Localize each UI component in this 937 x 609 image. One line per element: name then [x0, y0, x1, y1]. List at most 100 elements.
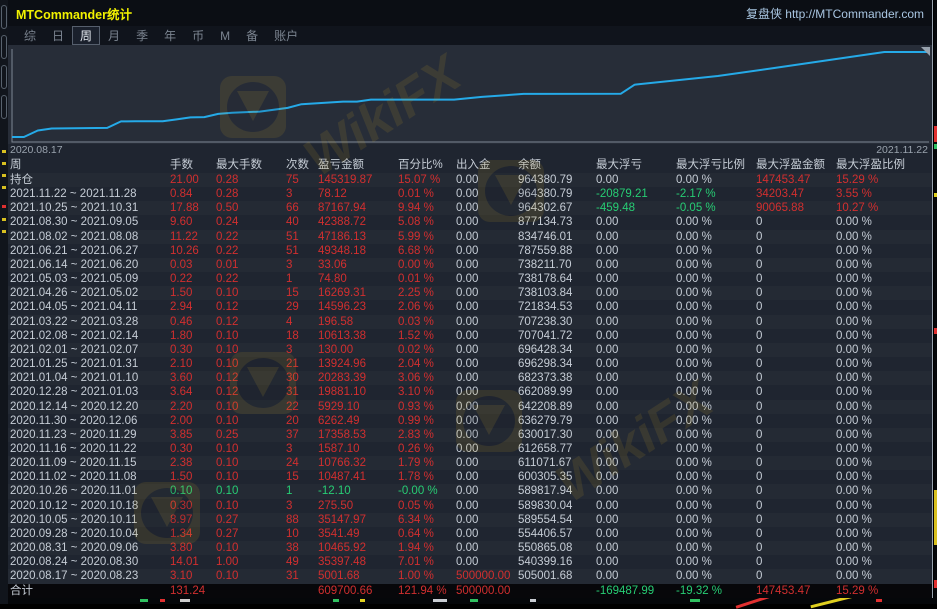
cell: 49	[286, 555, 318, 569]
table-row[interactable]: 2020.11.02 ~ 2020.11.081.500.101510487.4…	[8, 470, 932, 484]
menu-item-5[interactable]: 季	[128, 26, 156, 45]
cell: 0.00 %	[836, 371, 932, 385]
table-row[interactable]: 2021.06.14 ~ 2021.06.200.030.01333.060.0…	[8, 258, 932, 272]
table-row[interactable]: 2020.10.26 ~ 2020.11.010.100.101-12.10-0…	[8, 484, 932, 498]
cell: 9.60	[170, 215, 216, 229]
table-row[interactable]: 2021.11.22 ~ 2021.11.280.840.28378.120.0…	[8, 187, 932, 201]
brand-link[interactable]: 复盘侠 http://MTCommander.com	[746, 5, 924, 22]
menu-item-8[interactable]: M	[212, 28, 238, 44]
cell: 0.00 %	[676, 569, 756, 583]
cell: 0.99 %	[398, 414, 456, 428]
candle-sliver-mark	[180, 599, 190, 602]
cell: 500000.00	[456, 569, 518, 583]
cell: 0.02 %	[398, 343, 456, 357]
cell: 0.00 %	[676, 286, 756, 300]
menu-item-1[interactable]: 综	[16, 26, 44, 45]
table-row[interactable]: 2020.11.23 ~ 2020.11.293.850.253717358.5…	[8, 428, 932, 442]
table-row[interactable]: 2020.08.17 ~ 2020.08.233.100.10315001.68…	[8, 569, 932, 583]
table-row[interactable]: 2021.08.02 ~ 2021.08.0811.220.225147186.…	[8, 230, 932, 244]
cell: 0.00 %	[676, 329, 756, 343]
menu-item-4[interactable]: 月	[100, 26, 128, 45]
table-row[interactable]: 2020.11.16 ~ 2020.11.220.300.1031587.100…	[8, 442, 932, 456]
cell: 0.26 %	[398, 442, 456, 456]
cell: 2.83 %	[398, 428, 456, 442]
row-open-position[interactable]: 持仓21.000.2875145319.8715.07 %0.00964380.…	[8, 173, 932, 187]
cell: 0	[756, 470, 836, 484]
table-row[interactable]: 2020.10.05 ~ 2020.10.118.970.278835147.9…	[8, 513, 932, 527]
cell: 2020.11.02 ~ 2020.11.08	[8, 470, 170, 484]
table-row[interactable]: 2021.06.21 ~ 2021.06.2710.260.225149348.…	[8, 244, 932, 258]
cell: 1.79 %	[398, 456, 456, 470]
table-row[interactable]: 2020.11.30 ~ 2020.12.062.000.10206262.49…	[8, 414, 932, 428]
menu-item-2[interactable]: 日	[44, 26, 72, 45]
cell: 7.01 %	[398, 555, 456, 569]
total-cell: 609700.66	[318, 584, 398, 598]
cell: 721834.53	[518, 300, 596, 314]
table-row[interactable]: 2021.04.26 ~ 2021.05.021.500.101516269.3…	[8, 286, 932, 300]
col-header-10: 最大浮亏比例	[676, 158, 756, 173]
cell: 0.00 %	[836, 315, 932, 329]
cell: 10613.38	[318, 329, 398, 343]
cell: 0.10	[216, 569, 286, 583]
cell: 0.03 %	[398, 315, 456, 329]
cell: 0.00	[596, 569, 676, 583]
table-row[interactable]: 2020.10.12 ~ 2020.10.180.300.103275.500.…	[8, 499, 932, 513]
total-cell	[518, 584, 596, 598]
table-row[interactable]: 2021.02.08 ~ 2021.02.141.800.101810613.3…	[8, 329, 932, 343]
cell: 31	[286, 569, 318, 583]
cell: 2.10	[170, 357, 216, 371]
cell: -2.17 %	[676, 187, 756, 201]
cell: 47186.13	[318, 230, 398, 244]
cell: 0.00	[596, 244, 676, 258]
table-row[interactable]: 2021.10.25 ~ 2021.10.3117.880.506687167.…	[8, 201, 932, 215]
cell: 2.04 %	[398, 357, 456, 371]
total-cell: 合计	[8, 584, 170, 598]
table-row[interactable]: 2021.08.30 ~ 2021.09.059.600.244042388.7…	[8, 215, 932, 229]
table-row[interactable]: 2021.01.04 ~ 2021.01.103.600.123020283.3…	[8, 371, 932, 385]
cell: 10.26	[170, 244, 216, 258]
cell: 0.00 %	[836, 400, 932, 414]
cell: 2021.08.30 ~ 2021.09.05	[8, 215, 170, 229]
cell: 35397.48	[318, 555, 398, 569]
cell: 2021.11.22 ~ 2021.11.28	[8, 187, 170, 201]
cell: 0.00 %	[836, 484, 932, 498]
table-row[interactable]: 2020.12.28 ~ 2021.01.033.640.123119881.1…	[8, 385, 932, 399]
table-row[interactable]: 2021.02.01 ~ 2021.02.070.300.103130.000.…	[8, 343, 932, 357]
menu-item-3[interactable]: 周	[72, 26, 100, 45]
total-cell: 131.24	[170, 584, 216, 598]
cell: 0.00	[456, 499, 518, 513]
cell: 0.00	[456, 230, 518, 244]
table-row[interactable]: 2021.04.05 ~ 2021.04.112.940.122914596.2…	[8, 300, 932, 314]
col-header-6: 百分比%	[398, 158, 456, 173]
table-row[interactable]: 2020.08.24 ~ 2020.08.3014.011.004935397.…	[8, 555, 932, 569]
cell: 550865.08	[518, 541, 596, 555]
cell: 1.52 %	[398, 329, 456, 343]
table-row[interactable]: 2020.08.31 ~ 2020.09.063.800.103810465.9…	[8, 541, 932, 555]
scroll-grip-icon[interactable]	[921, 47, 930, 56]
table-row[interactable]: 2020.09.28 ~ 2020.10.041.340.27103541.49…	[8, 527, 932, 541]
cell: 0	[756, 456, 836, 470]
menu-item-6[interactable]: 年	[156, 26, 184, 45]
cell: 0.00 %	[676, 527, 756, 541]
cell: 0.00 %	[398, 258, 456, 272]
background-toolbar-button	[1, 35, 7, 59]
menu-item-9[interactable]: 备	[238, 26, 266, 45]
cell: 0	[756, 484, 836, 498]
cell: 2021.02.08 ~ 2021.02.14	[8, 329, 170, 343]
table-row[interactable]: 2020.12.14 ~ 2020.12.202.200.10225929.10…	[8, 400, 932, 414]
cell: -0.05 %	[676, 201, 756, 215]
background-window-bottom-edge	[8, 598, 934, 604]
table-row[interactable]: 2021.01.25 ~ 2021.01.312.100.102113924.9…	[8, 357, 932, 371]
cell: 0	[756, 343, 836, 357]
cell: 0.00 %	[676, 442, 756, 456]
table-row[interactable]: 2021.05.03 ~ 2021.05.090.220.22174.800.0…	[8, 272, 932, 286]
cell: 0.00	[456, 357, 518, 371]
cell: 持仓	[8, 173, 170, 187]
window-title: MTCommander统计	[16, 4, 132, 23]
col-header-1: 周	[8, 158, 170, 173]
menu-item-10[interactable]: 账户	[266, 26, 306, 45]
menu-item-7[interactable]: 币	[184, 26, 212, 45]
cell: 0.00	[456, 527, 518, 541]
table-row[interactable]: 2020.11.09 ~ 2020.11.152.380.102410766.3…	[8, 456, 932, 470]
table-row[interactable]: 2021.03.22 ~ 2021.03.280.460.124196.580.…	[8, 315, 932, 329]
